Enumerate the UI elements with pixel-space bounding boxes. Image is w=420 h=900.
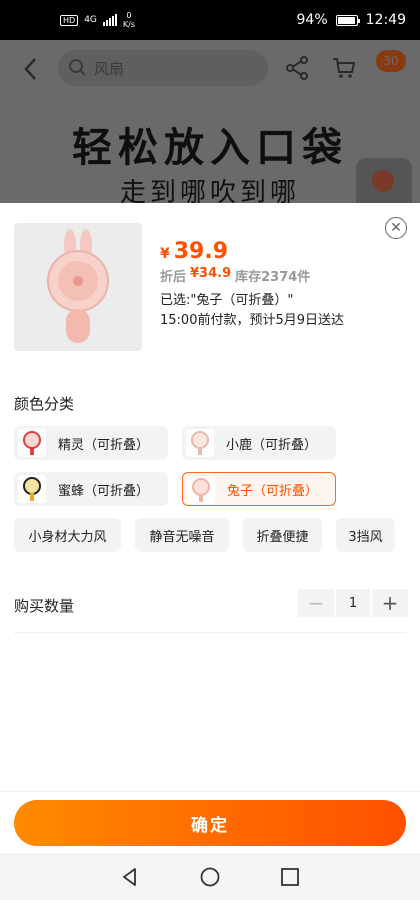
- status-bar: HD 4G 0 K/s 94% 12:49: [0, 0, 420, 40]
- minus-icon: −: [307, 591, 325, 615]
- color-option-deer[interactable]: 小鹿（可折叠）: [182, 426, 336, 460]
- feature-tag-foldable[interactable]: 折叠便捷: [243, 518, 322, 552]
- color-option-elf[interactable]: 精灵（可折叠）: [14, 426, 168, 460]
- rabbit-fan-image: [47, 229, 109, 343]
- feature-label: 静音无噪音: [149, 529, 215, 545]
- background-page-overlay[interactable]: 风扇 30 轻松放入口袋 走到哪吹到哪: [0, 40, 420, 203]
- fan-thumb-pink-icon: [186, 429, 214, 457]
- back-arrow-icon[interactable]: [20, 55, 42, 83]
- close-icon: ✕: [390, 220, 402, 236]
- search-bar[interactable]: 风扇: [58, 50, 268, 86]
- selected-variant: 已选:"兔子（可折叠）": [160, 293, 294, 308]
- system-nav-bar: [0, 853, 420, 900]
- net-speed-value: 0: [126, 11, 132, 20]
- feature-label: 小身材大力风: [28, 529, 107, 545]
- feature-tag-silent[interactable]: 静音无噪音: [135, 518, 229, 552]
- quantity-label: 购买数量: [14, 597, 75, 615]
- hd-indicator: HD: [60, 14, 79, 26]
- close-button[interactable]: ✕: [385, 217, 407, 239]
- color-option-label: 小鹿（可折叠）: [226, 437, 318, 453]
- color-section-title: 颜色分类: [14, 395, 75, 413]
- share-icon[interactable]: [284, 55, 310, 81]
- signal-icon: [102, 14, 117, 26]
- feature-tag-3speed[interactable]: 3挡风: [336, 518, 395, 552]
- quantity-minus-button[interactable]: −: [298, 589, 334, 617]
- color-option-label: 精灵（可折叠）: [58, 437, 150, 453]
- cart-icon[interactable]: [330, 54, 358, 82]
- quantity-value[interactable]: 1: [336, 589, 370, 617]
- sku-selection-sheet: ✕ ¥ 39.9 折后 ¥34.9 库存2374件 已选:"兔子（可折叠）" 1…: [0, 203, 420, 853]
- discount-label: 折后: [160, 270, 187, 285]
- net-speed-unit: K/s: [122, 20, 135, 29]
- quantity-plus-button[interactable]: +: [372, 589, 408, 617]
- color-option-bee[interactable]: 蜜蜂（可折叠）: [14, 472, 168, 506]
- battery-percent: 94%: [296, 12, 328, 28]
- net-speed: 0 K/s: [123, 11, 135, 29]
- nav-back-icon[interactable]: [119, 866, 141, 888]
- cart-badge: 30: [376, 50, 406, 72]
- color-option-rabbit[interactable]: 兔子（可折叠）: [182, 472, 336, 506]
- divider: [14, 632, 406, 633]
- network-type: 4G: [84, 15, 97, 25]
- feature-label: 3挡风: [348, 529, 383, 545]
- plus-icon: +: [381, 591, 399, 615]
- product-thumbnail[interactable]: [14, 223, 142, 351]
- clock: 12:49: [365, 12, 406, 28]
- nav-recents-icon[interactable]: [279, 866, 301, 888]
- fan-thumb-rabbit-icon: [187, 476, 215, 504]
- currency-symbol: ¥: [160, 246, 170, 262]
- discount-stock-row: 折后 ¥34.9 库存2374件: [160, 266, 310, 285]
- color-option-label: 蜜蜂（可折叠）: [58, 483, 150, 499]
- price-value: 39.9: [173, 239, 229, 264]
- color-option-label: 兔子（可折叠）: [227, 483, 319, 499]
- stock-text: 库存2374件: [235, 270, 311, 285]
- feature-tag-powerful[interactable]: 小身材大力风: [14, 518, 121, 552]
- feature-label: 折叠便捷: [256, 529, 309, 545]
- battery-icon: [335, 14, 360, 26]
- confirm-button[interactable]: 确定: [14, 800, 406, 846]
- status-indicators: HD 4G 0 K/s: [60, 11, 135, 29]
- fan-thumb-red-icon: [18, 429, 46, 457]
- discount-price: ¥34.9: [190, 266, 232, 281]
- floating-chart-button[interactable]: [356, 158, 412, 203]
- status-right: 94% 12:49: [297, 12, 406, 28]
- search-placeholder: 风扇: [94, 59, 125, 78]
- nav-home-icon[interactable]: [199, 866, 221, 888]
- footer-divider: [0, 791, 420, 792]
- delivery-estimate: 15:00前付款，预计5月9日送达: [160, 313, 345, 328]
- search-icon: [69, 59, 86, 76]
- price: ¥ 39.9: [160, 239, 228, 264]
- fan-thumb-bee-icon: [18, 475, 46, 503]
- chart-icon: [372, 170, 394, 192]
